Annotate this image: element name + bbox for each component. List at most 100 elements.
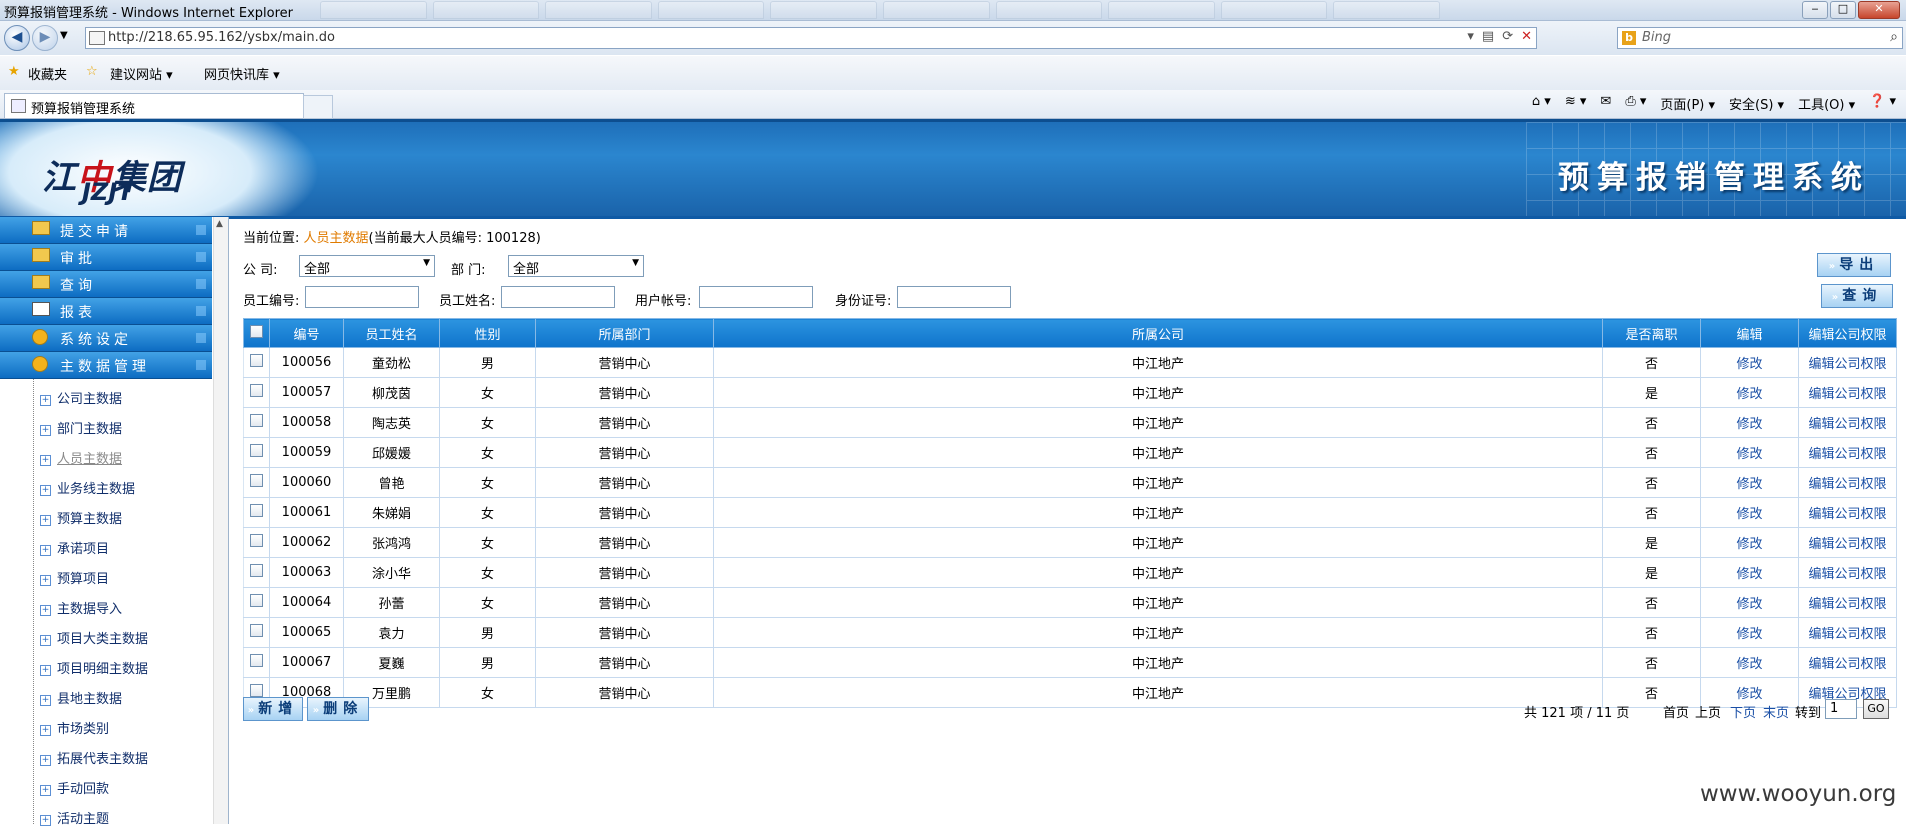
favorites-button[interactable]: 收藏夹 <box>28 64 67 83</box>
delete-button[interactable]: » 删除 <box>307 697 369 721</box>
sidebar-item-market-type[interactable]: + 市场类别 <box>40 718 109 737</box>
search-icon[interactable]: ⌕ <box>1890 29 1898 45</box>
id-card-input[interactable] <box>897 286 1011 308</box>
edit-permission-link[interactable]: 编辑公司权限 <box>1798 557 1897 588</box>
row-checkbox[interactable] <box>250 474 263 487</box>
scroll-up-icon[interactable]: ▲ <box>216 219 223 229</box>
close-window-button[interactable]: ✕ <box>1858 1 1900 19</box>
column-header[interactable]: 性别 <box>439 318 536 348</box>
edit-link[interactable]: 修改 <box>1700 437 1799 468</box>
account-input[interactable] <box>699 286 813 308</box>
sidebar-item-data-import[interactable]: + 主数据导入 <box>40 598 122 617</box>
column-header[interactable]: 编辑 <box>1700 318 1799 348</box>
edit-permission-link[interactable]: 编辑公司权限 <box>1798 587 1897 618</box>
tools-menu[interactable]: 工具(O) ▾ <box>1798 94 1855 113</box>
row-checkbox[interactable] <box>250 684 263 697</box>
sidebar-item-company-master[interactable]: + 公司主数据 <box>40 388 122 407</box>
web-slice-link[interactable]: 网页快讯库 ▾ <box>204 64 280 83</box>
sidebar-item-activity-theme[interactable]: + 活动主题 <box>40 808 109 827</box>
url-dropdown-icon[interactable]: ▾ <box>1467 29 1474 44</box>
refresh-icon[interactable]: ⟳ <box>1502 29 1513 44</box>
stop-icon[interactable]: ✕ <box>1521 29 1532 44</box>
help-menu[interactable]: ❓ ▾ <box>1869 94 1896 113</box>
edit-link[interactable]: 修改 <box>1700 407 1799 438</box>
history-dropdown-icon[interactable]: ▼ <box>60 30 68 41</box>
export-button[interactable]: » 导出 <box>1817 253 1891 277</box>
go-button[interactable]: GO <box>1863 699 1889 719</box>
maximize-button[interactable]: □ <box>1830 1 1856 19</box>
search-input[interactable]: b Bing ⌕ <box>1617 27 1903 49</box>
sidebar-item-project-category[interactable]: + 项目大类主数据 <box>40 628 148 647</box>
pager-last-link[interactable]: 末页 <box>1763 702 1789 721</box>
edit-permission-link[interactable]: 编辑公司权限 <box>1798 647 1897 678</box>
page-menu[interactable]: 页面(P) ▾ <box>1660 94 1715 113</box>
feeds-icon[interactable]: ≋ ▾ <box>1565 94 1587 113</box>
page-number-input[interactable]: 1 <box>1825 699 1857 719</box>
breadcrumb-current[interactable]: 人员主数据 <box>304 231 369 246</box>
query-button[interactable]: » 查询 <box>1821 284 1893 308</box>
sidebar-item-dept-master[interactable]: + 部门主数据 <box>40 418 122 437</box>
row-checkbox[interactable] <box>250 564 263 577</box>
edit-link[interactable]: 修改 <box>1700 617 1799 648</box>
mail-icon[interactable]: ✉ <box>1600 94 1611 113</box>
menu-master-data[interactable]: 主数据管理 <box>0 352 212 379</box>
edit-link[interactable]: 修改 <box>1700 647 1799 678</box>
column-header[interactable]: 所属部门 <box>535 318 714 348</box>
column-header[interactable]: 所属公司 <box>713 318 1603 348</box>
edit-link[interactable]: 修改 <box>1700 347 1799 378</box>
edit-link[interactable]: 修改 <box>1700 557 1799 588</box>
edit-permission-link[interactable]: 编辑公司权限 <box>1798 467 1897 498</box>
column-header[interactable]: 是否离职 <box>1602 318 1701 348</box>
url-field[interactable]: http://218.65.95.162/ysbx/main.do ▾ ▤ ⟳ … <box>85 27 1537 49</box>
add-button[interactable]: » 新增 <box>243 697 303 721</box>
dept-select[interactable]: 全部 ▼ <box>508 255 644 277</box>
edit-link[interactable]: 修改 <box>1700 497 1799 528</box>
compat-view-icon[interactable]: ▤ <box>1482 29 1494 44</box>
sidebar-item-budget-master[interactable]: + 预算主数据 <box>40 508 122 527</box>
row-checkbox[interactable] <box>250 654 263 667</box>
browser-tab[interactable]: 预算报销管理系统 <box>4 93 304 118</box>
menu-query[interactable]: 查询 <box>0 271 212 298</box>
edit-permission-link[interactable]: 编辑公司权限 <box>1798 617 1897 648</box>
row-checkbox[interactable] <box>250 504 263 517</box>
emp-no-input[interactable] <box>305 286 419 308</box>
edit-permission-link[interactable]: 编辑公司权限 <box>1798 527 1897 558</box>
menu-approval[interactable]: 审批 <box>0 244 212 271</box>
select-all-checkbox[interactable] <box>250 324 263 338</box>
sidebar-item-budget-project[interactable]: + 预算项目 <box>40 568 109 587</box>
emp-name-input[interactable] <box>501 286 615 308</box>
sidebar-item-project-detail[interactable]: + 项目明细主数据 <box>40 658 148 677</box>
column-header[interactable]: 编辑公司权限 <box>1798 318 1897 348</box>
add-favorite-icon[interactable]: ☆ <box>86 64 98 79</box>
home-icon[interactable]: ⌂ ▾ <box>1532 94 1551 113</box>
safety-menu[interactable]: 安全(S) ▾ <box>1729 94 1784 113</box>
suggested-sites-link[interactable]: 建议网站 ▾ <box>110 64 173 83</box>
row-checkbox[interactable] <box>250 384 263 397</box>
edit-permission-link[interactable]: 编辑公司权限 <box>1798 407 1897 438</box>
sidebar-item-rep-master[interactable]: + 拓展代表主数据 <box>40 748 148 767</box>
row-checkbox[interactable] <box>250 624 263 637</box>
favorites-star-icon[interactable]: ★ <box>8 64 20 79</box>
column-header[interactable]: 编号 <box>269 318 344 348</box>
edit-permission-link[interactable]: 编辑公司权限 <box>1798 347 1897 378</box>
edit-permission-link[interactable]: 编辑公司权限 <box>1798 377 1897 408</box>
row-checkbox[interactable] <box>250 354 263 367</box>
sidebar-item-county-master[interactable]: + 县地主数据 <box>40 688 122 707</box>
menu-submit-request[interactable]: 提交申请 <box>0 217 212 244</box>
print-icon[interactable]: ⎙ ▾ <box>1625 94 1646 113</box>
new-tab-button[interactable] <box>303 95 333 119</box>
sidebar-scrollbar[interactable]: ▲ <box>213 217 228 824</box>
pager-next-link[interactable]: 下页 <box>1730 702 1756 721</box>
sidebar-item-business-line[interactable]: + 业务线主数据 <box>40 478 135 497</box>
row-checkbox[interactable] <box>250 534 263 547</box>
row-checkbox[interactable] <box>250 414 263 427</box>
sidebar-item-commitment[interactable]: + 承诺项目 <box>40 538 109 557</box>
row-checkbox[interactable] <box>250 444 263 457</box>
forward-button[interactable]: ▶ <box>32 25 58 51</box>
edit-permission-link[interactable]: 编辑公司权限 <box>1798 437 1897 468</box>
edit-link[interactable]: 修改 <box>1700 527 1799 558</box>
menu-system-settings[interactable]: 系统设定 <box>0 325 212 352</box>
sidebar-item-manual-payment[interactable]: + 手动回款 <box>40 778 109 797</box>
column-header[interactable]: 员工姓名 <box>343 318 440 348</box>
sidebar-item-person-master[interactable]: + 人员主数据 <box>40 448 122 467</box>
